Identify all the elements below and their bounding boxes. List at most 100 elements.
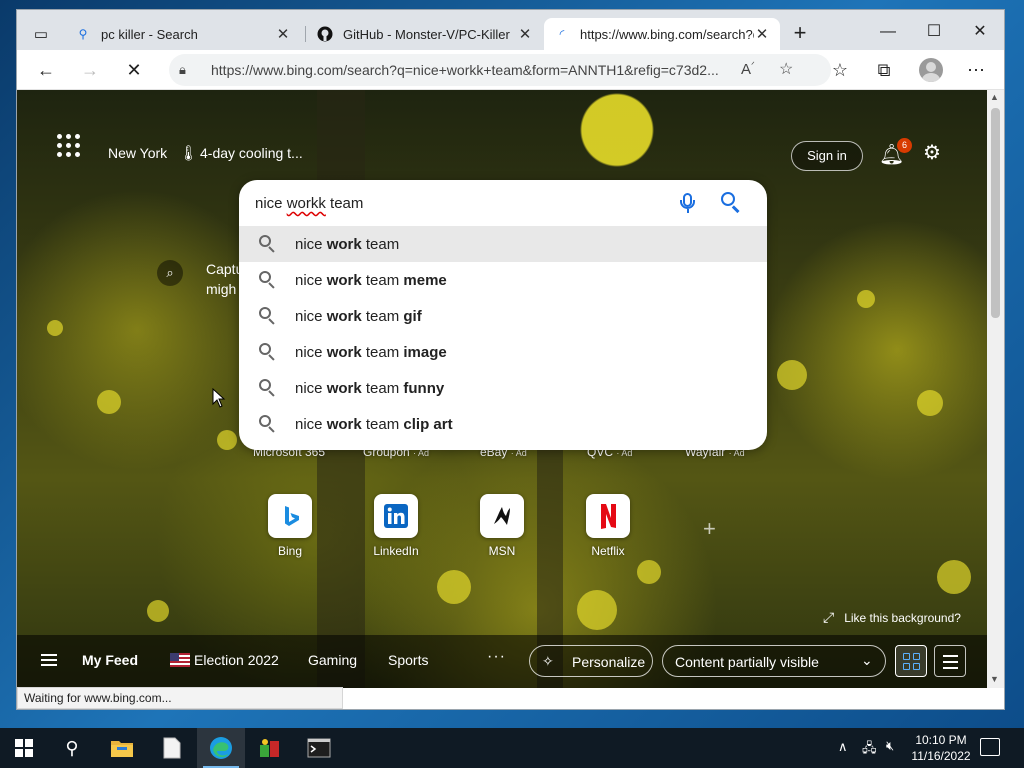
- tab-label: pc killer - Search: [101, 26, 198, 42]
- close-icon[interactable]: ✕: [754, 25, 770, 43]
- tile-label[interactable]: LinkedIn: [366, 544, 426, 558]
- volume-muted-icon[interactable]: 🔇︎: [886, 738, 894, 754]
- nav-sports[interactable]: Sports: [388, 652, 428, 668]
- terminal-icon[interactable]: [295, 728, 343, 768]
- document-icon[interactable]: [148, 728, 196, 768]
- tile-msn[interactable]: [480, 494, 524, 538]
- search-icon[interactable]: [720, 191, 742, 213]
- tab-separator: [305, 26, 306, 42]
- bing-homepage: New York 🌡︎ 4-day cooling t... Sign in 🔔…: [17, 90, 987, 688]
- search-input[interactable]: nice workk team: [239, 180, 767, 226]
- close-icon[interactable]: ✕: [517, 25, 533, 43]
- firefly-light: [217, 430, 237, 450]
- tab-actions-icon[interactable]: ▭: [25, 18, 57, 50]
- tile-bing[interactable]: [268, 494, 312, 538]
- forward-button[interactable]: →: [75, 55, 105, 85]
- menu-icon[interactable]: [41, 654, 57, 666]
- tile-netflix[interactable]: [586, 494, 630, 538]
- new-tab-button[interactable]: +: [785, 20, 815, 48]
- nav-election-2022[interactable]: Election 2022: [194, 652, 279, 668]
- collections-button[interactable]: ⧉: [869, 55, 899, 85]
- profile-avatar[interactable]: [919, 58, 943, 82]
- tab-github[interactable]: GitHub - Monster-V/PC-Killer ✕: [307, 18, 543, 50]
- netflix-icon: [601, 504, 616, 529]
- suggestion-item[interactable]: nice work team funny: [239, 370, 767, 406]
- tile-label[interactable]: MSN: [472, 544, 532, 558]
- tile-label[interactable]: Netflix: [578, 544, 638, 558]
- app-tools-icon[interactable]: [246, 728, 294, 768]
- stop-loading-button[interactable]: ✕: [119, 55, 149, 85]
- favorites-button[interactable]: ☆: [825, 55, 855, 85]
- scroll-down-arrow-icon[interactable]: ▼: [990, 674, 999, 684]
- search-icon: [259, 415, 277, 433]
- lock-icon[interactable]: 🔒︎: [179, 62, 186, 78]
- firefly-light: [857, 290, 875, 308]
- more-nav-button[interactable]: ···: [487, 648, 506, 666]
- suggestion-text: nice work team meme: [295, 272, 447, 289]
- suggestion-item[interactable]: nice work team gif: [239, 298, 767, 334]
- suggestion-item[interactable]: nice work team image: [239, 334, 767, 370]
- edge-browser-icon[interactable]: [197, 728, 245, 768]
- sign-in-button[interactable]: Sign in: [791, 141, 863, 171]
- tab-bing-active[interactable]: ◜ https://www.bing.com/search?q ✕: [544, 18, 780, 50]
- tab-pc-killer-search[interactable]: ⚲ pc killer - Search ✕: [65, 18, 301, 50]
- gear-icon[interactable]: ⚙: [923, 140, 941, 165]
- close-icon[interactable]: ✕: [275, 25, 291, 43]
- firefly-light: [47, 320, 63, 336]
- scroll-up-arrow-icon[interactable]: ▲: [990, 92, 999, 102]
- add-favorite-icon[interactable]: ☆: [779, 59, 793, 79]
- read-aloud-icon[interactable]: Aᐟ: [741, 60, 755, 78]
- list-view-button[interactable]: [934, 645, 966, 677]
- chevron-down-icon: ⌄: [861, 652, 873, 668]
- page-scrollbar[interactable]: ▲ ▼: [987, 90, 1004, 688]
- apps-grid-icon[interactable]: [57, 134, 81, 158]
- search-icon: ⚲: [78, 27, 88, 41]
- thermometer-icon: 🌡︎: [179, 145, 199, 162]
- network-icon[interactable]: 🖧︎: [862, 739, 877, 761]
- chevron-up-icon[interactable]: ∧: [838, 739, 848, 755]
- back-button[interactable]: ←: [31, 55, 61, 85]
- file-explorer-icon[interactable]: [98, 728, 146, 768]
- search-icon[interactable]: ⌕: [157, 260, 183, 286]
- caption-line-1[interactable]: Captu: [206, 261, 243, 277]
- tab-label: https://www.bing.com/search?q: [580, 26, 754, 42]
- settings-more-button[interactable]: ⋯: [961, 55, 991, 85]
- us-flag-icon: [170, 653, 190, 667]
- start-button[interactable]: [0, 728, 48, 768]
- nav-gaming[interactable]: Gaming: [308, 652, 357, 668]
- url-text[interactable]: https://www.bing.com/search?q=nice+workk…: [211, 62, 731, 78]
- grid-view-button[interactable]: [895, 645, 927, 677]
- microphone-icon[interactable]: [677, 192, 699, 214]
- close-window-button[interactable]: ✕: [958, 18, 1002, 46]
- firefly-light: [777, 360, 807, 390]
- address-bar[interactable]: 🔒︎ https://www.bing.com/search?q=nice+wo…: [169, 54, 831, 86]
- suggestion-item[interactable]: nice work team meme: [239, 262, 767, 298]
- firefly-light: [437, 570, 471, 604]
- maximize-button[interactable]: ☐: [912, 18, 956, 46]
- suggestion-item[interactable]: nice work team: [239, 226, 767, 262]
- minimize-button[interactable]: —: [866, 18, 910, 46]
- github-icon: [317, 26, 333, 42]
- tile-linkedin[interactable]: [374, 494, 418, 538]
- nav-my-feed[interactable]: My Feed: [82, 652, 138, 668]
- scrollbar-thumb[interactable]: [991, 108, 1000, 318]
- expand-icon: ⤢: [823, 609, 835, 625]
- search-icon: [259, 379, 277, 397]
- like-background-link[interactable]: ⤢ Like this background?: [823, 609, 961, 626]
- tile-label[interactable]: Bing: [260, 544, 320, 558]
- add-tile-button[interactable]: +: [703, 516, 716, 542]
- system-clock[interactable]: 10:10 PM 11/16/2022: [906, 732, 976, 764]
- clock-time: 10:10 PM: [915, 733, 967, 747]
- taskbar-search-icon[interactable]: ⚲: [48, 728, 96, 768]
- toolbar: ← → ✕ 🔒︎ https://www.bing.com/search?q=n…: [17, 50, 1004, 90]
- notification-center-icon[interactable]: [980, 738, 1000, 756]
- content-visibility-dropdown[interactable]: Content partially visible ⌄: [662, 645, 886, 677]
- weather-text[interactable]: 4-day cooling t...: [200, 145, 303, 161]
- caption-line-2[interactable]: migh: [206, 281, 236, 297]
- search-query-text[interactable]: nice workk team: [255, 195, 363, 212]
- windows-taskbar: ⚲ ∧ 🖧︎ 🔇︎ 10:10 PM 11/16/2022: [0, 728, 1024, 768]
- personalize-button[interactable]: ✧ Personalize: [529, 645, 653, 677]
- suggestion-item[interactable]: nice work team clip art: [239, 406, 767, 442]
- location-label[interactable]: New York: [108, 145, 167, 161]
- sparkle-icon: ✧: [542, 653, 554, 669]
